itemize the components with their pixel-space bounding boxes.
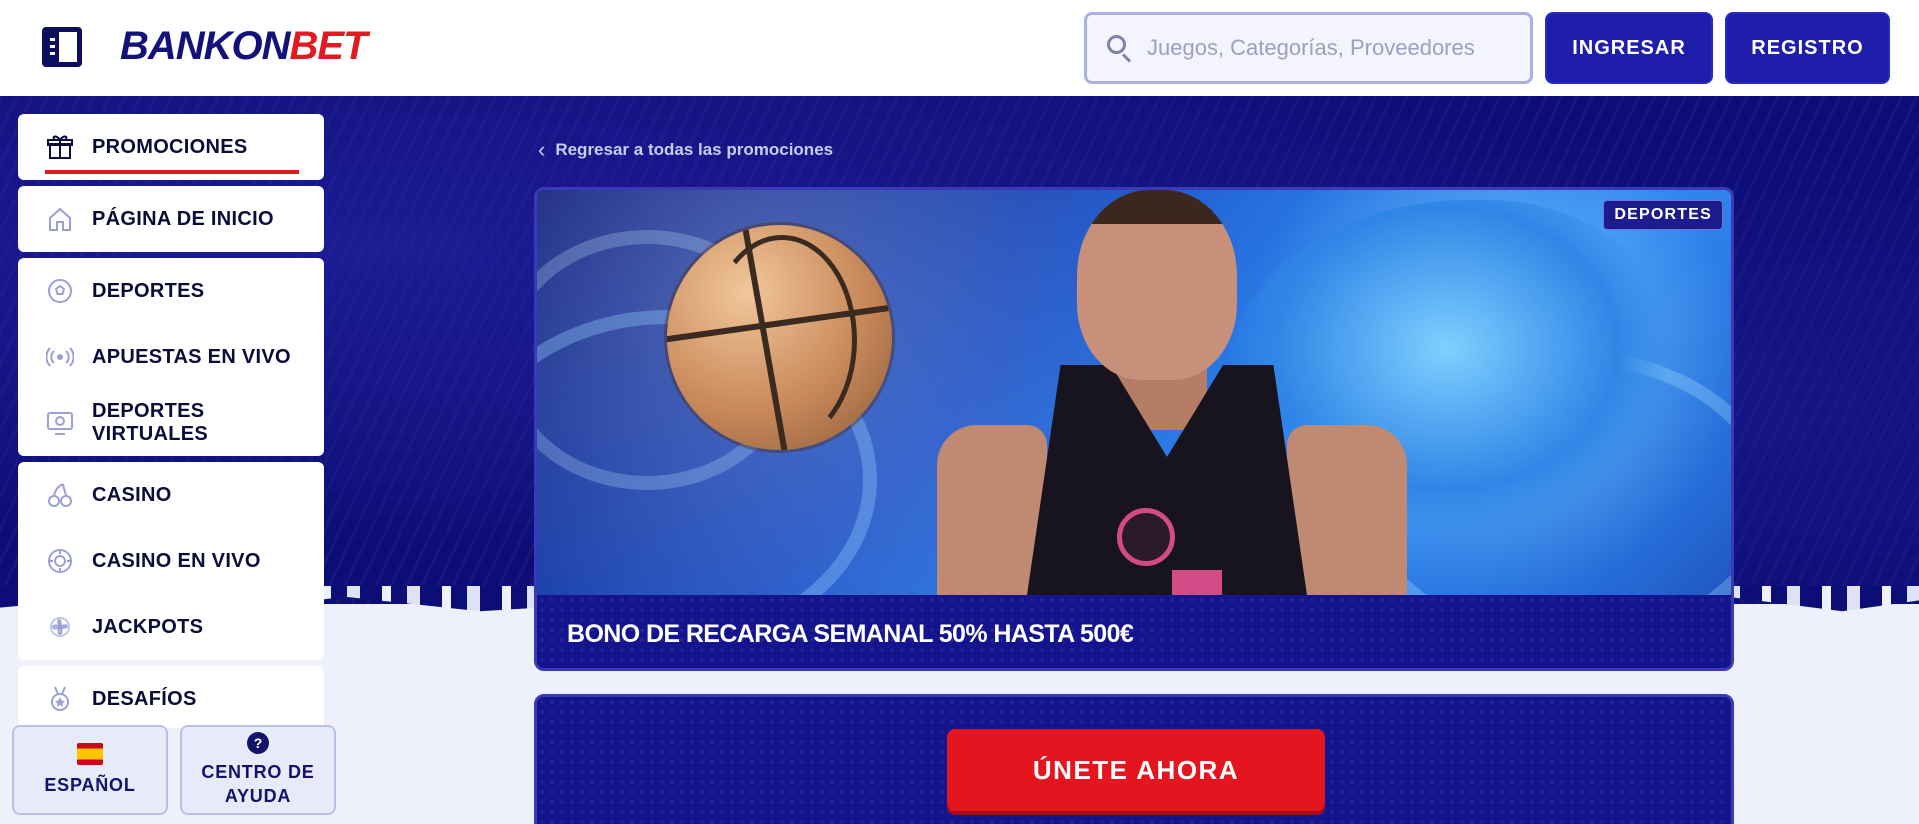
spain-flag-icon <box>77 743 103 765</box>
soccer-ball-icon <box>46 277 74 305</box>
back-link-label: Regresar a todas las promociones <box>555 140 834 159</box>
login-button[interactable]: INGRESAR <box>1545 12 1713 84</box>
sidebar-item-label: APUESTAS EN VIVO <box>92 345 291 368</box>
language-label: ESPAÑOL <box>44 775 136 795</box>
sidebar-group-promotions: PROMOCIONES <box>18 114 324 180</box>
sidebar-group-challenges: DESAFÍOS <box>18 666 324 728</box>
logo-part-bet: BET <box>289 24 368 68</box>
chevron-left-icon: ‹ <box>538 137 546 162</box>
category-badge: DEPORTES <box>1603 200 1723 230</box>
search-icon <box>1107 35 1133 63</box>
sidebar-item-casino-en-vivo[interactable]: CASINO EN VIVO <box>18 528 324 594</box>
language-selector-button[interactable]: ESPAÑOL <box>12 725 168 815</box>
register-button[interactable]: REGISTRO <box>1725 12 1890 84</box>
sidebar-item-promociones[interactable]: PROMOCIONES <box>18 114 324 180</box>
question-mark-icon: ? <box>247 732 269 754</box>
gift-icon <box>46 133 74 161</box>
medal-icon <box>46 685 74 713</box>
sidebar-item-label: PÁGINA DE INICIO <box>92 207 274 230</box>
clover-icon <box>46 613 74 641</box>
search-input[interactable] <box>1147 35 1507 61</box>
basketball-illustration <box>667 225 892 450</box>
help-center-button[interactable]: ? CENTRO DE AYUDA <box>180 725 336 815</box>
sidebar-item-label: DESAFÍOS <box>92 687 197 710</box>
live-broadcast-icon <box>46 343 74 371</box>
home-icon <box>46 205 74 233</box>
sidebar-item-deportes[interactable]: DEPORTES <box>18 258 324 324</box>
sidebar-group-sports: DEPORTES APUESTAS EN VIVO DEPORTES VIRTU… <box>18 258 324 456</box>
sidebar-item-label: JACKPOTS <box>92 615 204 638</box>
poker-chip-icon <box>46 547 74 575</box>
logo-part-bankon: BANKON <box>120 24 291 68</box>
sidebar-item-deportes-virtuales[interactable]: DEPORTES VIRTUALES <box>18 390 324 456</box>
help-label: CENTRO DE AYUDA <box>201 762 315 806</box>
cherries-icon <box>46 481 74 509</box>
sidebar-group-casino: CASINO CASINO EN VIVO JACKPOTS <box>18 462 324 660</box>
top-header: BANKONBET INGRESAR REGISTRO <box>0 0 1919 96</box>
cta-panel: ÚNETE AHORA <box>534 694 1734 824</box>
sidebar-toggle-icon[interactable] <box>42 27 82 67</box>
sidebar-item-label: CASINO <box>92 483 172 506</box>
sidebar-item-label: DEPORTES VIRTUALES <box>92 400 209 445</box>
join-now-button[interactable]: ÚNETE AHORA <box>947 729 1325 811</box>
sidebar-item-label: PROMOCIONES <box>92 135 248 158</box>
sidebar-item-apuestas-en-vivo[interactable]: APUESTAS EN VIVO <box>18 324 324 390</box>
search-box[interactable] <box>1084 12 1533 84</box>
sidebar-item-label: CASINO EN VIVO <box>92 549 261 572</box>
sidebar-item-inicio[interactable]: PÁGINA DE INICIO <box>18 186 324 252</box>
promotion-footer: BONO DE RECARGA SEMANAL 50% HASTA 500€ <box>537 595 1731 668</box>
sidebar-item-label: DEPORTES <box>92 279 205 302</box>
sidebar-item-jackpots[interactable]: JACKPOTS <box>18 594 324 660</box>
back-to-promotions-link[interactable]: ‹ Regresar a todas las promociones <box>538 137 834 162</box>
promotion-hero-image: DEPORTES <box>537 190 1731 650</box>
virtual-monitor-icon <box>46 409 74 437</box>
active-indicator <box>45 170 299 174</box>
sidebar-group-home: PÁGINA DE INICIO <box>18 186 324 252</box>
logo[interactable]: BANKONBET <box>120 24 368 69</box>
promotion-card[interactable]: DEPORTES BONO DE RECARGA SEMANAL 50% HAS… <box>534 187 1734 671</box>
promotion-title: BONO DE RECARGA SEMANAL 50% HASTA 500€ <box>567 620 1134 648</box>
basketball-player-illustration <box>887 190 1407 595</box>
sidebar-item-casino[interactable]: CASINO <box>18 462 324 528</box>
sidebar-item-desafios[interactable]: DESAFÍOS <box>18 666 324 728</box>
